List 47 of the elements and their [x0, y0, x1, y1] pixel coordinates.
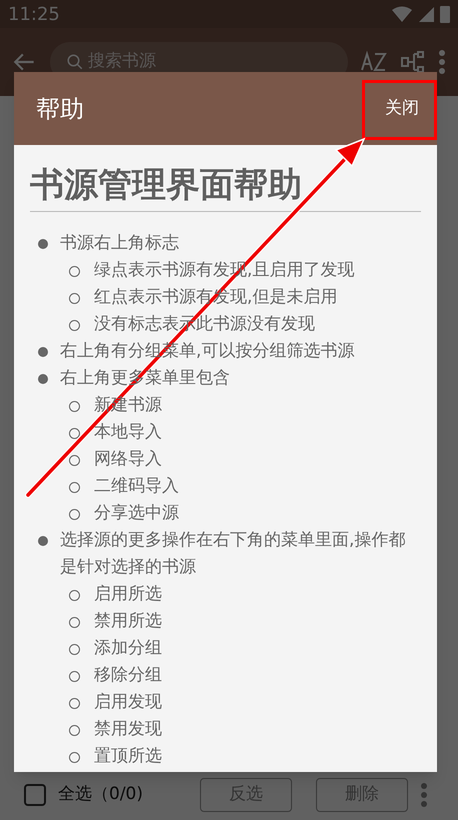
circle-bullet-icon — [69, 671, 80, 682]
circle-bullet-icon — [69, 482, 80, 493]
group-icon[interactable] — [400, 49, 426, 75]
circle-bullet-icon — [69, 725, 80, 736]
help-subitem: 添加分组 — [94, 637, 162, 660]
clock: 11:25 — [8, 2, 60, 26]
bullet-icon — [38, 347, 48, 357]
help-subitem: 二维码导入 — [94, 475, 179, 498]
bullet-icon — [38, 239, 48, 249]
circle-bullet-icon — [69, 428, 80, 439]
help-subitem: 红点表示书源有发现,但是未启用 — [94, 286, 338, 309]
dialog-title: 帮助 — [36, 94, 84, 124]
help-item: 书源右上角标志 — [60, 232, 179, 255]
search-icon — [66, 53, 84, 71]
circle-bullet-icon — [69, 320, 80, 331]
circle-bullet-icon — [69, 266, 80, 277]
circle-bullet-icon — [69, 617, 80, 628]
help-heading: 书源管理界面帮助 — [30, 164, 303, 207]
circle-bullet-icon — [69, 293, 80, 304]
signal-icon — [419, 6, 434, 22]
help-subitem: 禁用所选 — [94, 610, 162, 633]
help-subitem: 本地导入 — [94, 421, 162, 444]
help-subitem: 置顶所选 — [94, 745, 162, 768]
bullet-icon — [38, 536, 48, 546]
circle-bullet-icon — [69, 401, 80, 412]
checkbox[interactable] — [24, 784, 46, 806]
more-icon[interactable] — [420, 782, 428, 808]
help-item: 右上角有分组菜单,可以按分组筛选书源 — [60, 340, 354, 363]
circle-bullet-icon — [69, 698, 80, 709]
circle-bullet-icon — [69, 509, 80, 520]
circle-bullet-icon — [69, 644, 80, 655]
wifi-icon — [391, 5, 413, 23]
help-subitem: 启用发现 — [94, 691, 162, 714]
select-all-label: 全选（0/0) — [58, 783, 144, 806]
bullet-icon — [38, 374, 48, 384]
circle-bullet-icon — [69, 752, 80, 763]
help-subitem: 网络导入 — [94, 448, 162, 471]
help-subitem: 分享选中源 — [94, 502, 179, 525]
help-subitem: 启用所选 — [94, 583, 162, 606]
help-subitem: 禁用发现 — [94, 718, 162, 741]
close-button[interactable]: 关闭 — [381, 88, 423, 130]
battery-icon — [440, 5, 450, 23]
more-icon[interactable] — [438, 49, 446, 75]
help-item: 选择源的更多操作在右下角的菜单里面,操作都是针对选择的书源 — [60, 529, 406, 579]
circle-bullet-icon — [69, 590, 80, 601]
help-subitem: 移除分组 — [94, 664, 162, 687]
circle-bullet-icon — [69, 455, 80, 466]
